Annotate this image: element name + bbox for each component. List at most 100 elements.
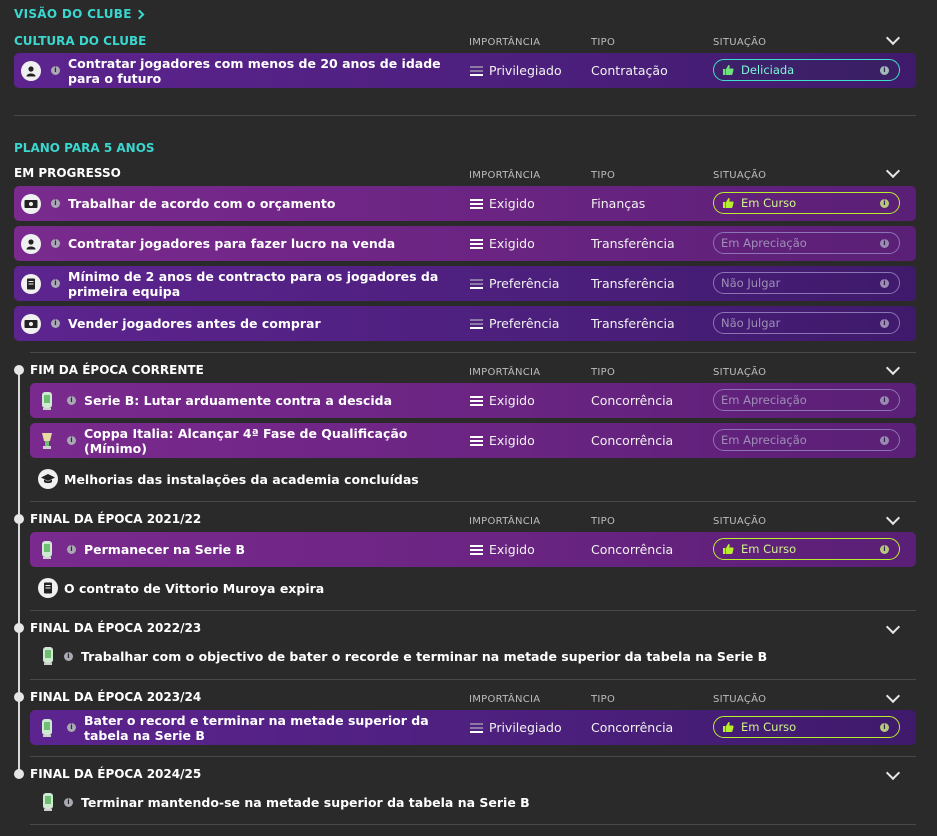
status-badge[interactable]: Em Curso i [713, 192, 900, 214]
info-icon[interactable]: i [880, 319, 889, 328]
chevron-down-icon[interactable] [885, 619, 901, 635]
row-title: Serie B: Lutar arduamente contra a desci… [84, 393, 393, 408]
thumbs-up-icon [722, 543, 734, 555]
chevron-down-icon[interactable] [885, 30, 901, 46]
importance-label: Exigido [489, 393, 535, 408]
status-badge[interactable]: Em Apreciação i [713, 429, 900, 451]
info-icon[interactable]: i [67, 436, 76, 445]
status-label: Em Apreciação [721, 433, 807, 447]
importance-label: Privilegiado [489, 63, 562, 78]
status-badge[interactable]: Em Apreciação i [713, 389, 900, 411]
row-title: Bater o record e terminar na metade supe… [84, 712, 429, 743]
group-title: FINAL DA ÉPOCA 2023/24 [30, 690, 202, 704]
info-icon[interactable]: i [64, 651, 73, 661]
status-label: Em Apreciação [721, 393, 807, 407]
chevron-right-icon [134, 9, 145, 19]
status-badge[interactable]: Em Curso i [713, 538, 900, 560]
info-icon[interactable]: i [880, 66, 889, 75]
importance-cell: Exigido [470, 393, 535, 408]
info-icon[interactable]: i [880, 199, 889, 208]
info-icon[interactable]: i [880, 279, 889, 288]
info-icon[interactable]: i [880, 545, 889, 554]
status-badge[interactable]: Não Julgar i [713, 272, 900, 294]
col-type-header: TIPO [591, 170, 616, 181]
money-icon [21, 314, 41, 334]
group-title: FINAL DA ÉPOCA 2021/22 [30, 512, 202, 526]
info-icon[interactable]: i [51, 199, 60, 208]
importance-bars-icon [470, 722, 483, 733]
info-icon[interactable]: i [67, 396, 76, 405]
importance-bars-icon [470, 198, 483, 209]
event-label: Melhorias das instalações da academia co… [64, 471, 419, 487]
chevron-down-icon[interactable] [885, 510, 901, 526]
col-importance-header: IMPORTÂNCIA [469, 516, 541, 527]
objective-row[interactable]: i Trabalhar de acordo com o orçamento Ex… [14, 186, 916, 221]
info-icon[interactable]: i [51, 279, 60, 288]
timeline-dot [14, 365, 24, 375]
status-label: Em Curso [741, 720, 797, 734]
importance-label: Exigido [489, 196, 535, 211]
money-icon [21, 194, 41, 214]
status-label: Em Apreciação [721, 236, 807, 250]
col-type-header: TIPO [591, 37, 616, 48]
club-vision-link[interactable]: VISÃO DO CLUBE [14, 7, 145, 21]
row-title: Trabalhar de acordo com o orçamento [68, 196, 336, 211]
objective-note: i Trabalhar com o objectivo de bater o r… [38, 646, 767, 666]
timeline-dot [14, 692, 24, 702]
group-title: FINAL DA ÉPOCA 2022/23 [30, 621, 202, 635]
timeline-line [18, 369, 20, 775]
importance-bars-icon [470, 65, 483, 76]
contract-icon [38, 578, 58, 598]
objective-row[interactable]: i Serie B: Lutar arduamente contra a des… [30, 383, 916, 418]
info-icon[interactable]: i [51, 66, 60, 75]
type-cell: Contratação [591, 63, 668, 78]
info-icon[interactable]: i [51, 239, 60, 248]
importance-cell: Preferência [470, 316, 559, 331]
culture-row[interactable]: i Contratar jogadores com menos de 20 an… [14, 53, 916, 88]
info-icon[interactable]: i [67, 723, 76, 732]
info-icon[interactable]: i [67, 545, 76, 554]
type-cell: Finanças [591, 196, 646, 211]
objective-row[interactable]: i Contratar jogadores para fazer lucro n… [14, 226, 916, 261]
objective-row[interactable]: i Vender jogadores antes de comprar Pref… [14, 306, 916, 341]
col-type-header: TIPO [591, 367, 616, 378]
type-cell: Concorrência [591, 720, 674, 735]
info-icon[interactable]: i [880, 239, 889, 248]
status-badge[interactable]: Não Julgar i [713, 312, 900, 334]
objective-row[interactable]: i Permanecer na Serie B Exigido Concorrê… [30, 532, 916, 567]
info-icon[interactable]: i [51, 319, 60, 328]
thumbs-up-icon [722, 721, 734, 733]
info-icon[interactable]: i [880, 436, 889, 445]
importance-label: Exigido [489, 236, 535, 251]
chevron-down-icon[interactable] [885, 163, 901, 179]
importance-cell: Exigido [470, 433, 535, 448]
importance-cell: Exigido [470, 542, 535, 557]
importance-cell: Privilegiado [470, 720, 562, 735]
info-icon[interactable]: i [64, 797, 73, 807]
type-cell: Transferência [591, 316, 675, 331]
thumbs-up-icon [722, 64, 734, 76]
info-icon[interactable]: i [880, 396, 889, 405]
importance-label: Privilegiado [489, 720, 562, 735]
col-importance-header: IMPORTÂNCIA [469, 694, 541, 705]
objective-row[interactable]: i Coppa Italia: Alcançar 4ª Fase de Qual… [30, 423, 916, 458]
status-badge[interactable]: Deliciada i [713, 59, 900, 81]
objective-row[interactable]: i Bater o record e terminar na metade su… [30, 710, 916, 745]
status-badge[interactable]: Em Curso i [713, 716, 900, 738]
chevron-down-icon[interactable] [885, 765, 901, 781]
row-title: Contratar jogadores com menos de 20 anos… [68, 55, 441, 86]
importance-cell: Preferência [470, 276, 559, 291]
chevron-down-icon[interactable] [885, 360, 901, 376]
type-cell: Concorrência [591, 542, 674, 557]
info-icon[interactable]: i [880, 723, 889, 732]
col-importance-header: IMPORTÂNCIA [469, 37, 541, 48]
objective-row[interactable]: i Mínimo de 2 anos de contracto para os … [14, 266, 916, 301]
status-badge[interactable]: Em Apreciação i [713, 232, 900, 254]
row-title: Coppa Italia: Alcançar 4ª Fase de Qualif… [84, 425, 408, 456]
status-label: Deliciada [741, 63, 795, 77]
serie-b-trophy-icon [38, 792, 58, 812]
importance-label: Exigido [489, 433, 535, 448]
group-title: FIM DA ÉPOCA CORRENTE [30, 363, 204, 377]
chevron-down-icon[interactable] [885, 688, 901, 704]
importance-cell: Privilegiado [470, 63, 562, 78]
